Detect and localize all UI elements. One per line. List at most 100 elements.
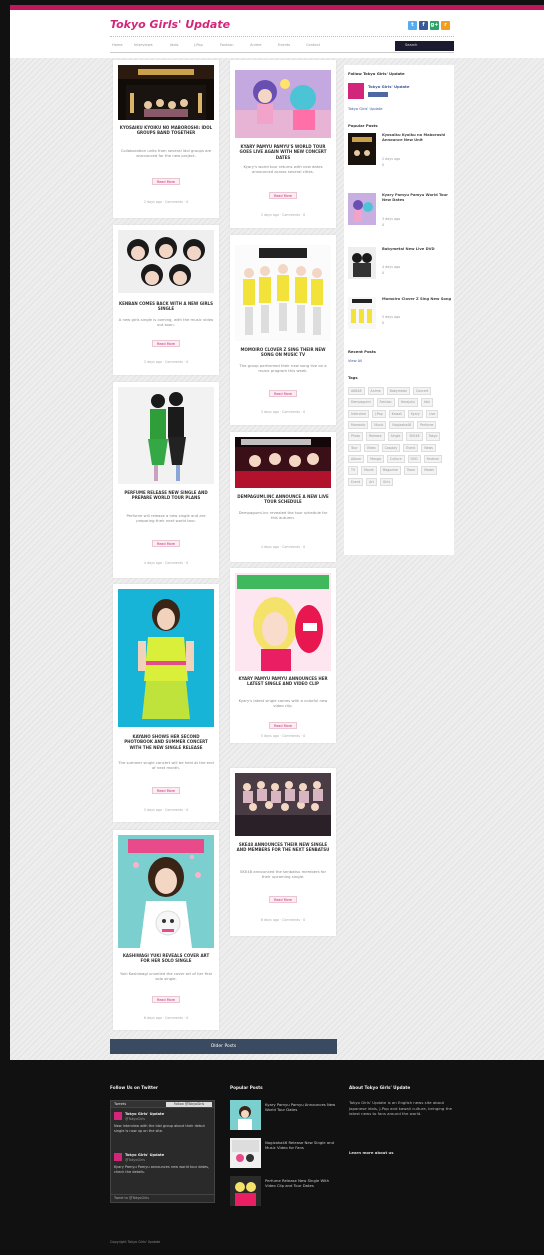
tag-link[interactable]: Idol <box>420 398 433 407</box>
tag-link[interactable]: J-Pop <box>371 409 386 418</box>
nav-item-events[interactable]: Events <box>278 43 290 48</box>
post-title[interactable]: Kyosaiku Kyoiku no Maboroshi: Idol Group… <box>118 125 214 136</box>
read-more-button[interactable]: Read More <box>269 192 297 199</box>
sidebar-post-title[interactable]: Kyosaiku Kyoiku no Maboroshi Announce Ne… <box>382 133 452 143</box>
post-title[interactable]: Momoiro Clover Z Sing Their New Song on … <box>235 347 331 358</box>
tag-link[interactable]: Festival <box>423 454 442 464</box>
read-more-button[interactable]: Read More <box>269 390 297 397</box>
tag-link[interactable]: Release <box>366 432 385 441</box>
tweet-to-link[interactable]: Tweet to @TokyoGirls <box>111 1194 214 1202</box>
tag-link[interactable]: Magazine <box>379 466 401 475</box>
fb-page-link[interactable]: Tokyo Girls' Update <box>348 107 382 112</box>
tag-link[interactable]: Tour <box>348 443 361 452</box>
tag-link[interactable]: News <box>421 443 436 452</box>
tweet-handle[interactable]: @TokyoGirls <box>125 1158 145 1162</box>
footer-post-thumb[interactable] <box>230 1138 261 1168</box>
tag-link[interactable]: Interview <box>348 409 369 418</box>
tag-link[interactable]: Photo <box>348 432 364 441</box>
read-more-button[interactable]: Read More <box>152 540 180 547</box>
rss-icon[interactable]: r <box>441 21 450 30</box>
tag-link[interactable]: Momoclo <box>348 420 369 430</box>
post-image[interactable] <box>118 387 214 484</box>
tag-link[interactable]: Concert <box>412 387 432 396</box>
tag-link[interactable]: DVD <box>407 454 421 464</box>
nav-item-fashion[interactable]: Fashion <box>220 43 234 48</box>
nav-item-anime[interactable]: Anime <box>250 43 261 48</box>
older-posts-button[interactable]: Older Posts <box>110 1039 337 1054</box>
tag-link[interactable]: Perfume <box>417 420 437 430</box>
footer-about-link[interactable]: Learn more about us <box>349 1150 393 1155</box>
sidebar-post-title[interactable]: Babymetal New Live DVD <box>382 247 452 252</box>
tag-link[interactable]: Fashion <box>376 398 395 407</box>
sidebar-post-thumb[interactable] <box>348 133 376 165</box>
fb-page-avatar[interactable] <box>348 83 364 99</box>
post-title[interactable]: Dempagumi.inc Announce a New Live Tour S… <box>235 494 331 505</box>
post-title[interactable]: Kyary Pamyu Pamyu's World Tour Goes Live… <box>235 144 331 160</box>
fb-like-button[interactable] <box>368 92 388 97</box>
tweet-author[interactable]: Tokyo Girls' Update <box>125 1112 164 1116</box>
post-image[interactable] <box>235 245 331 341</box>
footer-post-title[interactable]: Nogizaka46 Release New Single and Music … <box>265 1140 337 1150</box>
post-title[interactable]: Kenban Comes Back with a New Girls Singl… <box>118 301 214 312</box>
googleplus-icon[interactable]: g+ <box>430 21 439 30</box>
twitter-follow-button[interactable]: Follow @TokyoGirls <box>166 1102 212 1107</box>
tag-link[interactable]: Culture <box>386 454 405 464</box>
tag-link[interactable]: Kawaii <box>388 409 405 418</box>
tag-link[interactable]: Movie <box>361 466 377 475</box>
tag-link[interactable]: Live <box>425 409 439 418</box>
post-title[interactable]: Perfume Release New Single and Prepare W… <box>118 490 214 501</box>
tag-link[interactable]: Music <box>371 420 387 430</box>
nav-item-interviews[interactable]: Interviews <box>134 43 153 48</box>
tag-link[interactable]: Dempagumi <box>348 398 374 407</box>
tag-link[interactable]: Event <box>348 477 364 486</box>
tag-link[interactable]: Babymetal <box>386 387 410 396</box>
tag-link[interactable]: Harajuku <box>397 398 418 407</box>
tag-link[interactable]: Video <box>363 443 379 452</box>
tweet-handle[interactable]: @TokyoGirls <box>125 1117 145 1121</box>
tweets-tab[interactable]: Tweets <box>114 1102 126 1107</box>
tag-link[interactable]: Girls <box>379 477 394 486</box>
fb-page-name[interactable]: Tokyo Girls' Update <box>368 84 409 89</box>
tag-link[interactable]: Art <box>366 477 377 486</box>
footer-post-thumb[interactable] <box>230 1176 261 1206</box>
tag-link[interactable]: TV <box>348 466 359 475</box>
footer-post-thumb[interactable] <box>230 1100 261 1130</box>
tag-link[interactable]: Model <box>421 466 437 475</box>
read-more-button[interactable]: Read More <box>152 340 180 347</box>
post-image[interactable] <box>235 773 331 836</box>
site-logo[interactable]: Tokyo Girls' Update <box>110 18 230 31</box>
tag-link[interactable]: Kyary <box>407 409 423 418</box>
facebook-icon[interactable]: f <box>419 21 428 30</box>
tag-link[interactable]: Tokyo <box>425 432 441 441</box>
footer-post-title[interactable]: Kyary Pamyu Pamyu Announces New World To… <box>265 1102 337 1112</box>
read-more-button[interactable]: Read More <box>269 722 297 729</box>
post-image[interactable] <box>235 573 331 671</box>
tag-link[interactable]: Album <box>348 454 365 464</box>
nav-item-idols[interactable]: Idols <box>170 43 178 48</box>
sidebar-post-title[interactable]: Momoiro Clover Z Sing New Song <box>382 297 452 302</box>
tag-link[interactable]: Nogizaka46 <box>389 420 415 430</box>
post-title[interactable]: SKE48 Announces Their New Single and Mem… <box>235 842 331 853</box>
sidebar-post-thumb[interactable] <box>348 193 376 225</box>
sidebar-post-thumb[interactable] <box>348 247 376 279</box>
tag-link[interactable]: Manga <box>367 454 384 464</box>
tag-link[interactable]: Anime <box>367 387 384 396</box>
post-image[interactable] <box>118 589 214 727</box>
post-image[interactable] <box>235 70 331 138</box>
post-title[interactable]: Kashiwagi Yuki Reveals Cover Art for Her… <box>118 953 214 964</box>
tag-link[interactable]: SKE48 <box>406 432 423 441</box>
tweet-author[interactable]: Tokyo Girls' Update <box>125 1153 164 1157</box>
twitter-icon[interactable]: t <box>408 21 417 30</box>
nav-item-home[interactable]: Home <box>112 43 123 48</box>
read-more-button[interactable]: Read More <box>269 896 297 903</box>
post-image[interactable] <box>118 65 214 120</box>
tag-link[interactable]: AKB48 <box>348 387 365 396</box>
search-input[interactable]: Search <box>395 41 454 51</box>
tag-link[interactable]: Team <box>403 466 419 475</box>
recent-posts-link[interactable]: View All <box>348 359 362 364</box>
post-title[interactable]: Kyary Pamyu Pamyu Announces Her Latest S… <box>235 676 331 687</box>
post-image[interactable] <box>118 835 214 948</box>
footer-post-title[interactable]: Perfume Release New Single With Video Cl… <box>265 1178 337 1188</box>
read-more-button[interactable]: Read More <box>152 996 180 1003</box>
tag-link[interactable]: Single <box>387 432 404 441</box>
